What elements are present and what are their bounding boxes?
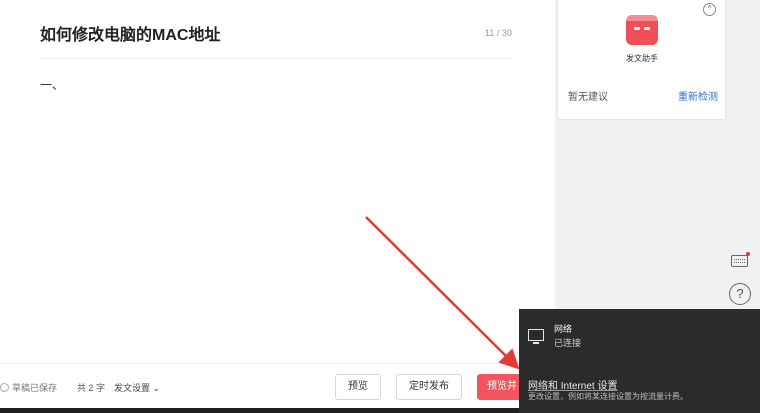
article-title[interactable]: 如何修改电脑的MAC地址 — [40, 21, 220, 45]
save-status-text: 草稿已保存 — [12, 383, 58, 393]
check-circle-icon — [0, 383, 9, 392]
network-name[interactable]: 网络 — [554, 322, 572, 335]
schedule-publish-button[interactable]: 定时发布 — [396, 374, 462, 400]
chevron-up-icon[interactable]: ^ — [703, 3, 716, 16]
recheck-button[interactable]: 重新检测 — [678, 88, 718, 103]
save-status: 草稿已保存 — [0, 381, 57, 394]
monitor-network-icon — [528, 329, 544, 344]
no-suggestion-text: 暂无建议 — [568, 92, 608, 103]
title-divider — [40, 58, 510, 59]
publish-settings-dropdown[interactable]: 发文设置 ⌄ — [114, 381, 160, 394]
title-char-counter: 11 / 30 — [485, 28, 512, 38]
article-body[interactable]: 一、 — [40, 76, 64, 93]
help-icon[interactable]: ? — [729, 283, 751, 305]
keyboard-icon[interactable] — [729, 250, 751, 272]
network-internet-settings-link[interactable]: 网络和 Internet 设置 — [528, 377, 617, 392]
word-count: 共 2 字 — [77, 383, 106, 393]
notification-dot — [746, 252, 750, 256]
preview-button[interactable]: 预览 — [335, 374, 381, 400]
editor-area[interactable]: 如何修改电脑的MAC地址 11 / 30 一、 — [0, 0, 555, 413]
network-settings-description: 更改设置，例如将某连接设置为按流量计费。 — [528, 392, 688, 401]
assistant-label: 发文助手 — [626, 54, 658, 63]
network-status: 已连接 — [554, 338, 582, 348]
robot-icon-highlight — [626, 15, 658, 21]
